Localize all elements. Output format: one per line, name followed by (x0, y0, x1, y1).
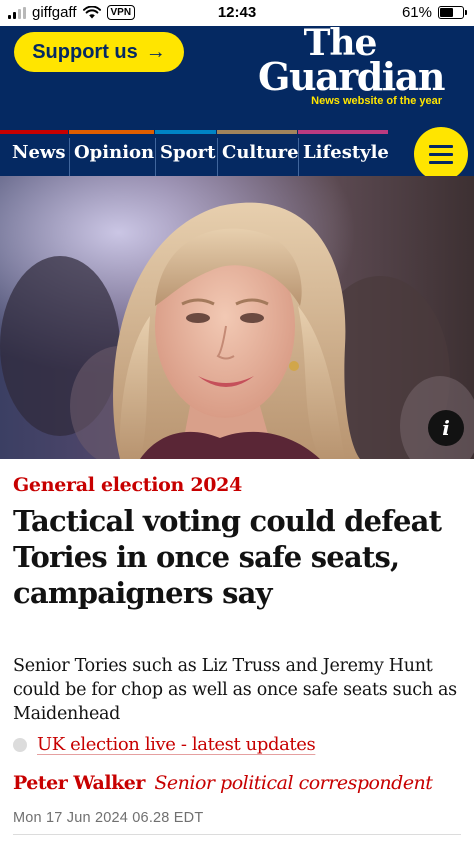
nav-stripe-lifestyle (298, 130, 388, 134)
battery-icon (438, 6, 467, 19)
nav-stripe-culture (217, 130, 297, 134)
hamburger-icon-line (429, 160, 453, 164)
hamburger-icon-line (429, 144, 453, 148)
nav-stripe-opinion (69, 130, 154, 134)
arrow-right-icon: → (145, 40, 166, 63)
nav-item-opinion[interactable]: Opinion (69, 138, 154, 176)
site-header: Support us → The Guardian News website o… (0, 25, 474, 130)
menu-button[interactable] (414, 127, 468, 181)
hamburger-icon-line (429, 152, 453, 156)
live-updates-link-text[interactable]: UK election live - latest updates (37, 734, 316, 755)
nav-item-lifestyle[interactable]: Lifestyle (298, 138, 389, 176)
logo-guardian: Guardian (258, 54, 445, 99)
hero-image[interactable] (0, 176, 474, 459)
support-us-button[interactable]: Support us → (14, 32, 184, 72)
article-standfirst: Senior Tories such as Liz Truss and Jere… (13, 656, 457, 724)
divider (13, 834, 461, 835)
article-headline: Tactical voting could defeat Tories in o… (13, 504, 442, 610)
author-role: Senior political correspondent (154, 772, 433, 794)
article-kicker[interactable]: General election 2024 (13, 474, 242, 496)
hero-photo-illustration (0, 176, 474, 459)
live-updates-link[interactable]: UK election live - latest updates (13, 734, 316, 755)
nav-stripe-sport (155, 130, 216, 134)
nav-item-sport[interactable]: Sport (155, 138, 215, 176)
live-dot-icon (13, 737, 27, 752)
battery-percent: 61% (401, 4, 432, 21)
nav-item-news[interactable]: News (8, 138, 66, 176)
nav-item-culture[interactable]: Culture (217, 138, 299, 176)
support-us-label: Support us (32, 40, 138, 63)
nav-stripe-news (0, 130, 68, 134)
byline: Peter Walker Senior political correspond… (13, 772, 433, 794)
publish-date: Mon 17 Jun 2024 06.28 EDT (13, 810, 204, 826)
info-icon[interactable]: i (428, 410, 464, 446)
section-nav: News Opinion Sport Culture Lifestyle (0, 130, 474, 176)
status-right: 61% (401, 4, 467, 21)
status-bar: giffgaff VPN 12:43 61% (0, 0, 474, 26)
author-link[interactable]: Peter Walker (13, 772, 145, 794)
guardian-logo[interactable]: The Guardian News website of the year (258, 25, 445, 107)
